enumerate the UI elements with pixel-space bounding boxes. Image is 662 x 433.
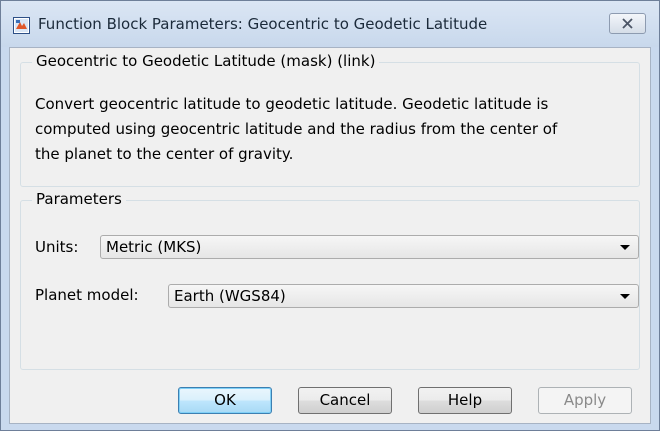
description-line-2: computed using geocentric latitude and t… xyxy=(35,120,558,138)
ok-button[interactable]: OK xyxy=(178,387,272,414)
close-button[interactable] xyxy=(609,13,646,34)
cancel-button[interactable]: Cancel xyxy=(298,387,392,414)
description-line-1: Convert geocentric latitude to geodetic … xyxy=(35,95,549,113)
title-bar[interactable]: Function Block Parameters: Geocentric to… xyxy=(1,1,659,47)
dialog-window: Function Block Parameters: Geocentric to… xyxy=(0,0,660,431)
chevron-down-icon xyxy=(620,245,630,250)
help-button[interactable]: Help xyxy=(418,387,512,414)
window-title: Function Block Parameters: Geocentric to… xyxy=(38,15,488,33)
parameters-group-title: Parameters xyxy=(32,190,126,208)
units-dropdown[interactable]: Metric (MKS) xyxy=(100,235,639,259)
units-dropdown-value: Metric (MKS) xyxy=(106,238,202,256)
description-group-title: Geocentric to Geodetic Latitude (mask) (… xyxy=(32,52,380,70)
planet-model-dropdown[interactable]: Earth (WGS84) xyxy=(168,284,639,308)
planet-model-dropdown-value: Earth (WGS84) xyxy=(174,287,286,305)
simulink-block-icon xyxy=(13,17,30,34)
units-label: Units: xyxy=(35,238,79,256)
dialog-client-area: Geocentric to Geodetic Latitude (mask) (… xyxy=(9,47,651,424)
chevron-down-icon xyxy=(620,294,630,299)
planet-model-label: Planet model: xyxy=(35,286,139,304)
close-icon xyxy=(622,18,633,29)
description-line-3: the planet to the center of gravity. xyxy=(35,145,294,163)
apply-button[interactable]: Apply xyxy=(538,387,632,414)
